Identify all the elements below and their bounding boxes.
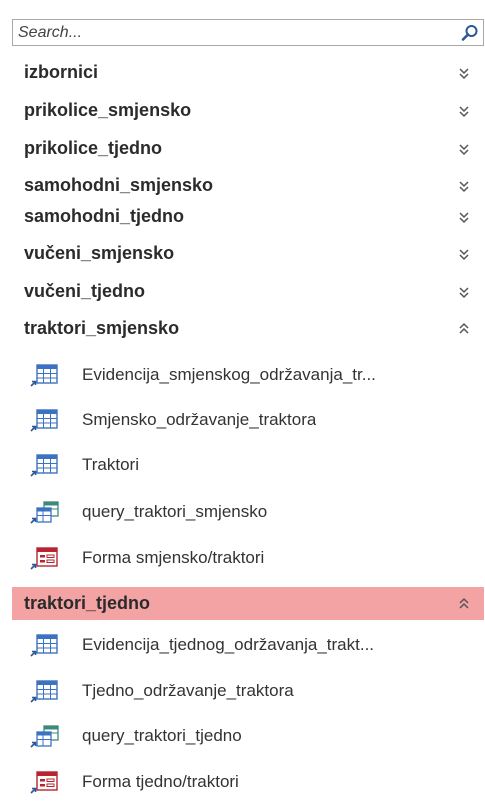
nav-item-label: Tjedno_održavanje_traktora <box>82 681 294 700</box>
nav-item-query[interactable]: query_traktori_tjedno <box>12 714 484 758</box>
nav-item-table[interactable]: Smjensko_održavanje_traktora <box>12 398 484 442</box>
linked-query-icon <box>30 501 59 524</box>
nav-group-label: vučeni_smjensko <box>24 243 175 263</box>
nav-group-vuceni-tjedno[interactable]: vučeni_tjedno <box>12 275 484 308</box>
linked-query-icon <box>30 725 59 748</box>
linked-table-icon <box>30 634 58 657</box>
nav-item-table[interactable]: Evidencija_smjenskog_održavanja_tr... <box>12 353 484 397</box>
nav-item-table[interactable]: Tjedno_održavanje_traktora <box>12 669 484 713</box>
chevron-double-up-icon[interactable] <box>456 596 472 612</box>
nav-item-label: Forma smjensko/traktori <box>82 548 265 567</box>
nav-group-traktori-tjedno[interactable]: traktori_tjedno <box>12 587 484 620</box>
search-input[interactable] <box>13 20 453 45</box>
nav-group-label: traktori_smjensko <box>24 318 180 338</box>
nav-item-table[interactable]: Traktori <box>12 443 484 487</box>
form-icon <box>30 771 58 794</box>
nav-item-label: Evidencija_tjednog_održavanja_trakt... <box>82 635 375 654</box>
nav-group-label: traktori_tjedno <box>24 593 151 613</box>
nav-group-samohodni-smjensko[interactable]: samohodni_smjensko <box>12 169 484 202</box>
form-icon <box>30 547 58 570</box>
chevron-double-down-icon[interactable] <box>456 141 472 157</box>
nav-group-label: samohodni_smjensko <box>24 175 214 195</box>
chevron-double-down-icon[interactable] <box>456 209 472 225</box>
nav-group-vuceni-smjensko[interactable]: vučeni_smjensko <box>12 237 484 270</box>
nav-item-label: query_traktori_smjensko <box>82 502 268 521</box>
nav-item-form[interactable]: Forma smjensko/traktori <box>12 536 484 580</box>
search-icon[interactable] <box>457 20 483 45</box>
nav-item-table[interactable]: Evidencija_tjednog_održavanja_trakt... <box>12 623 484 667</box>
nav-item-label: Forma tjedno/traktori <box>82 772 239 791</box>
chevron-double-down-icon[interactable] <box>456 103 472 119</box>
nav-group-label: samohodni_tjedno <box>24 206 185 226</box>
nav-item-query[interactable]: query_traktori_smjensko <box>12 490 484 534</box>
nav-group-izbornici[interactable]: izbornici <box>12 56 484 89</box>
nav-group-label: prikolice_tjedno <box>24 138 163 158</box>
linked-table-icon <box>30 364 58 387</box>
nav-group-samohodni-tjedno[interactable]: samohodni_tjedno <box>12 200 484 233</box>
nav-group-prikolice-tjedno[interactable]: prikolice_tjedno <box>12 132 484 165</box>
search-box[interactable] <box>12 19 484 46</box>
nav-item-form[interactable]: Forma tjedno/traktori <box>12 760 484 804</box>
linked-table-icon <box>30 680 58 703</box>
nav-group-label: izbornici <box>24 62 99 82</box>
nav-group-label: prikolice_smjensko <box>24 100 192 120</box>
nav-item-label: Evidencija_smjenskog_održavanja_tr... <box>82 365 376 384</box>
nav-item-label: query_traktori_tjedno <box>82 726 242 745</box>
chevron-double-down-icon[interactable] <box>456 246 472 262</box>
nav-item-label: Smjensko_održavanje_traktora <box>82 410 317 429</box>
chevron-double-up-icon[interactable] <box>456 321 472 337</box>
nav-group-traktori-smjensko[interactable]: traktori_smjensko <box>12 312 484 345</box>
linked-table-icon <box>30 409 58 432</box>
nav-item-label: Traktori <box>82 455 139 474</box>
nav-group-prikolice-smjensko[interactable]: prikolice_smjensko <box>12 94 484 127</box>
chevron-double-down-icon[interactable] <box>456 284 472 300</box>
nav-group-label: vučeni_tjedno <box>24 281 146 301</box>
chevron-double-down-icon[interactable] <box>456 65 472 81</box>
chevron-double-down-icon[interactable] <box>456 178 472 194</box>
linked-table-icon <box>30 454 58 477</box>
